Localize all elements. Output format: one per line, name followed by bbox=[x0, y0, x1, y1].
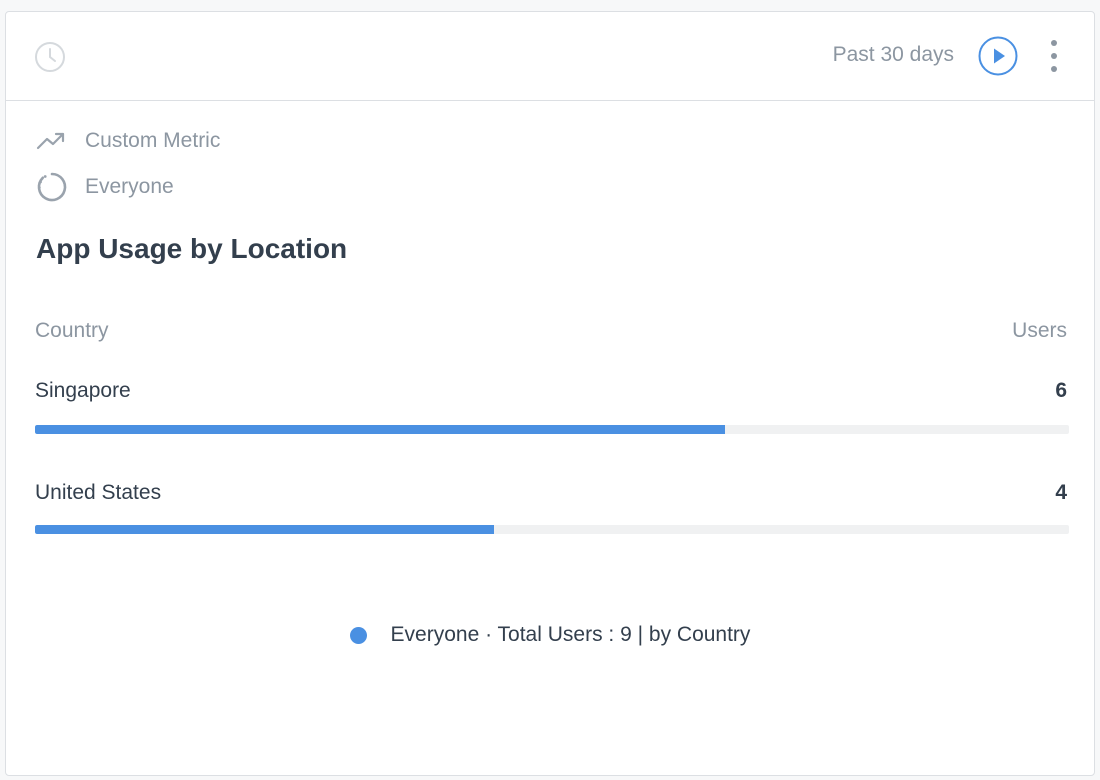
more-options-icon[interactable] bbox=[1042, 38, 1066, 74]
chart-legend: Everyone · Total Users : 9 | by Country bbox=[6, 623, 1094, 647]
column-header-country: Country bbox=[35, 319, 109, 342]
usage-bar-track bbox=[35, 525, 1069, 534]
insight-card: Past 30 days Custom Metric Everyone App … bbox=[5, 11, 1095, 776]
row-country: United States bbox=[35, 481, 162, 504]
row-users: 6 bbox=[1055, 379, 1067, 402]
usage-bar-track bbox=[35, 425, 1069, 434]
metric-label: Custom Metric bbox=[85, 129, 221, 152]
trending-up-icon bbox=[36, 126, 70, 156]
column-header-users: Users bbox=[1012, 319, 1067, 342]
clock-icon bbox=[35, 42, 65, 72]
row-users: 4 bbox=[1055, 481, 1067, 504]
segment-label: Everyone bbox=[85, 175, 174, 198]
dashed-circle-icon bbox=[36, 172, 70, 202]
row-country: Singapore bbox=[35, 379, 131, 402]
segment-row: Everyone bbox=[36, 172, 174, 202]
usage-bar-fill bbox=[35, 425, 725, 434]
usage-bar-fill bbox=[35, 525, 495, 534]
play-button[interactable] bbox=[978, 36, 1018, 76]
legend-text: Everyone · Total Users : 9 | by Country bbox=[390, 623, 751, 646]
card-title: App Usage by Location bbox=[36, 233, 348, 264]
metric-row: Custom Metric bbox=[36, 126, 220, 156]
legend-dot-icon bbox=[349, 626, 367, 644]
card-header: Past 30 days bbox=[6, 12, 1094, 101]
date-range-label[interactable]: Past 30 days bbox=[833, 42, 954, 68]
